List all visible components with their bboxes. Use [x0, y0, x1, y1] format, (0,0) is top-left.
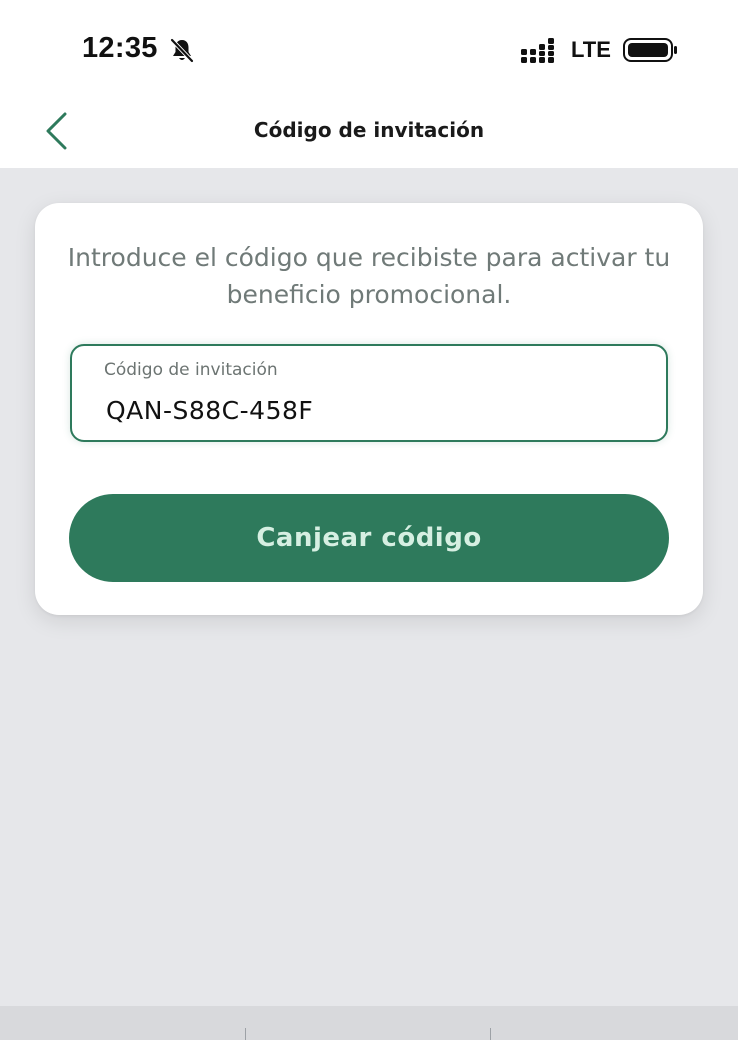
bell-slash-icon — [170, 38, 194, 63]
tab-divider — [245, 1028, 246, 1040]
network-type: LTE — [571, 37, 611, 62]
invitation-card: Introduce el código que recibiste para a… — [35, 203, 703, 615]
redeem-code-button[interactable]: Canjear código — [69, 494, 669, 582]
invitation-code-field[interactable]: Código de invitación — [70, 344, 668, 442]
invitation-code-label: Código de invitación — [104, 360, 278, 380]
instructions-text: Introduce el código que recibiste para a… — [67, 243, 671, 309]
invitation-code-input[interactable] — [106, 390, 626, 430]
page-title: Código de invitación — [253, 118, 485, 142]
signal-icon — [521, 38, 554, 63]
battery-icon — [623, 38, 677, 62]
status-bar: 12:35 LTE — [0, 0, 738, 100]
bottom-tab-bar — [0, 1006, 738, 1040]
tab-divider — [490, 1028, 491, 1040]
nav-bar: Código de invitación — [0, 100, 738, 168]
status-time: 12:35 — [82, 32, 158, 64]
